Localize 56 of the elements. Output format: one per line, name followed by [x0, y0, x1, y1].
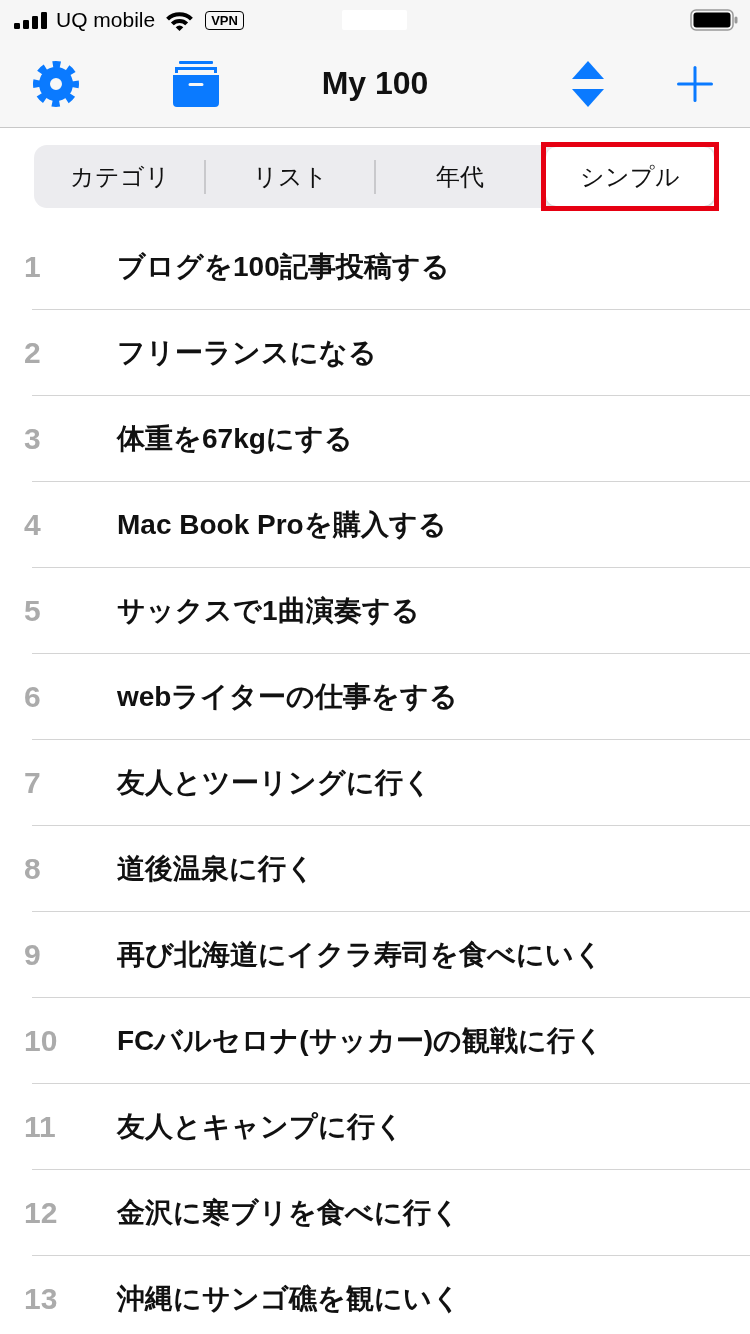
item-title: 沖縄にサンゴ礁を観にいく: [117, 1282, 461, 1316]
list-item[interactable]: 3 体重を67kgにする: [0, 396, 750, 482]
item-number: 13: [24, 1282, 59, 1316]
item-number: 2: [24, 336, 42, 370]
plus-icon: [677, 65, 713, 102]
item-number: 12: [24, 1196, 59, 1230]
list-item[interactable]: 7 友人とツーリングに行く: [0, 740, 750, 826]
list-item[interactable]: 10 FCバルセロナ(サッカー)の観戦に行く: [0, 998, 750, 1084]
item-number: 5: [24, 594, 42, 628]
item-number: 7: [24, 766, 42, 800]
item-number: 1: [24, 250, 42, 284]
list-item[interactable]: 4 Mac Book Proを購入する: [0, 482, 750, 568]
item-title: 金沢に寒ブリを食べに行く: [117, 1196, 460, 1230]
signal-icon: [14, 11, 48, 29]
list-item[interactable]: 1 ブログを100記事投稿する: [0, 224, 750, 310]
list-item[interactable]: 11 友人とキャンプに行く: [0, 1084, 750, 1170]
archive-button[interactable]: [171, 59, 221, 108]
item-title: ブログを100記事投稿する: [117, 250, 450, 284]
item-number: 10: [24, 1024, 59, 1058]
carrier-name: UQ mobile: [56, 8, 156, 32]
file-drawer-icon: [172, 60, 220, 107]
settings-button[interactable]: [32, 59, 80, 108]
add-button[interactable]: [677, 65, 713, 102]
item-number: 11: [24, 1110, 57, 1144]
screen-title: My 100: [321, 65, 429, 102]
sort-button[interactable]: [572, 60, 604, 107]
item-title: webライターの仕事をする: [117, 680, 459, 714]
item-title: 体重を67kgにする: [117, 422, 353, 456]
item-number: 4: [24, 508, 42, 542]
item-title: サックスで1曲演奏する: [117, 594, 420, 628]
segment-tab[interactable]: シンプル: [545, 147, 714, 206]
item-number: 8: [24, 852, 42, 886]
item-title: 道後温泉に行く: [117, 852, 315, 886]
item-title: 友人とキャンプに行く: [117, 1110, 404, 1144]
item-number: 9: [24, 938, 42, 972]
list-item[interactable]: 6 webライターの仕事をする: [0, 654, 750, 740]
wifi-icon: [165, 9, 195, 31]
list-item[interactable]: 12 金沢に寒ブリを食べに行く: [0, 1170, 750, 1256]
item-number: 3: [24, 422, 42, 456]
segment-tab[interactable]: 年代: [375, 147, 545, 206]
sort-icon: [572, 60, 604, 107]
item-title: フリーランスになる: [117, 336, 377, 370]
item-title: 友人とツーリングに行く: [117, 766, 432, 800]
list-item[interactable]: 2 フリーランスになる: [0, 310, 750, 396]
list-item[interactable]: 5 サックスで1曲演奏する: [0, 568, 750, 654]
segment-tab[interactable]: リスト: [205, 147, 375, 206]
vpn-badge: VPN: [205, 10, 244, 30]
battery-icon: [690, 9, 738, 31]
list-item[interactable]: 8 道後温泉に行く: [0, 826, 750, 912]
segment-tab[interactable]: カテゴリ: [36, 147, 205, 206]
item-number: 6: [24, 680, 42, 714]
list-item[interactable]: 9 再び北海道にイクラ寿司を食べにいく: [0, 912, 750, 998]
settings-icon: [32, 59, 80, 108]
item-title: FCバルセロナ(サッカー)の観戦に行く: [117, 1024, 604, 1058]
item-title: Mac Book Proを購入する: [117, 508, 447, 542]
item-title: 再び北海道にイクラ寿司を食べにいく: [117, 938, 603, 972]
